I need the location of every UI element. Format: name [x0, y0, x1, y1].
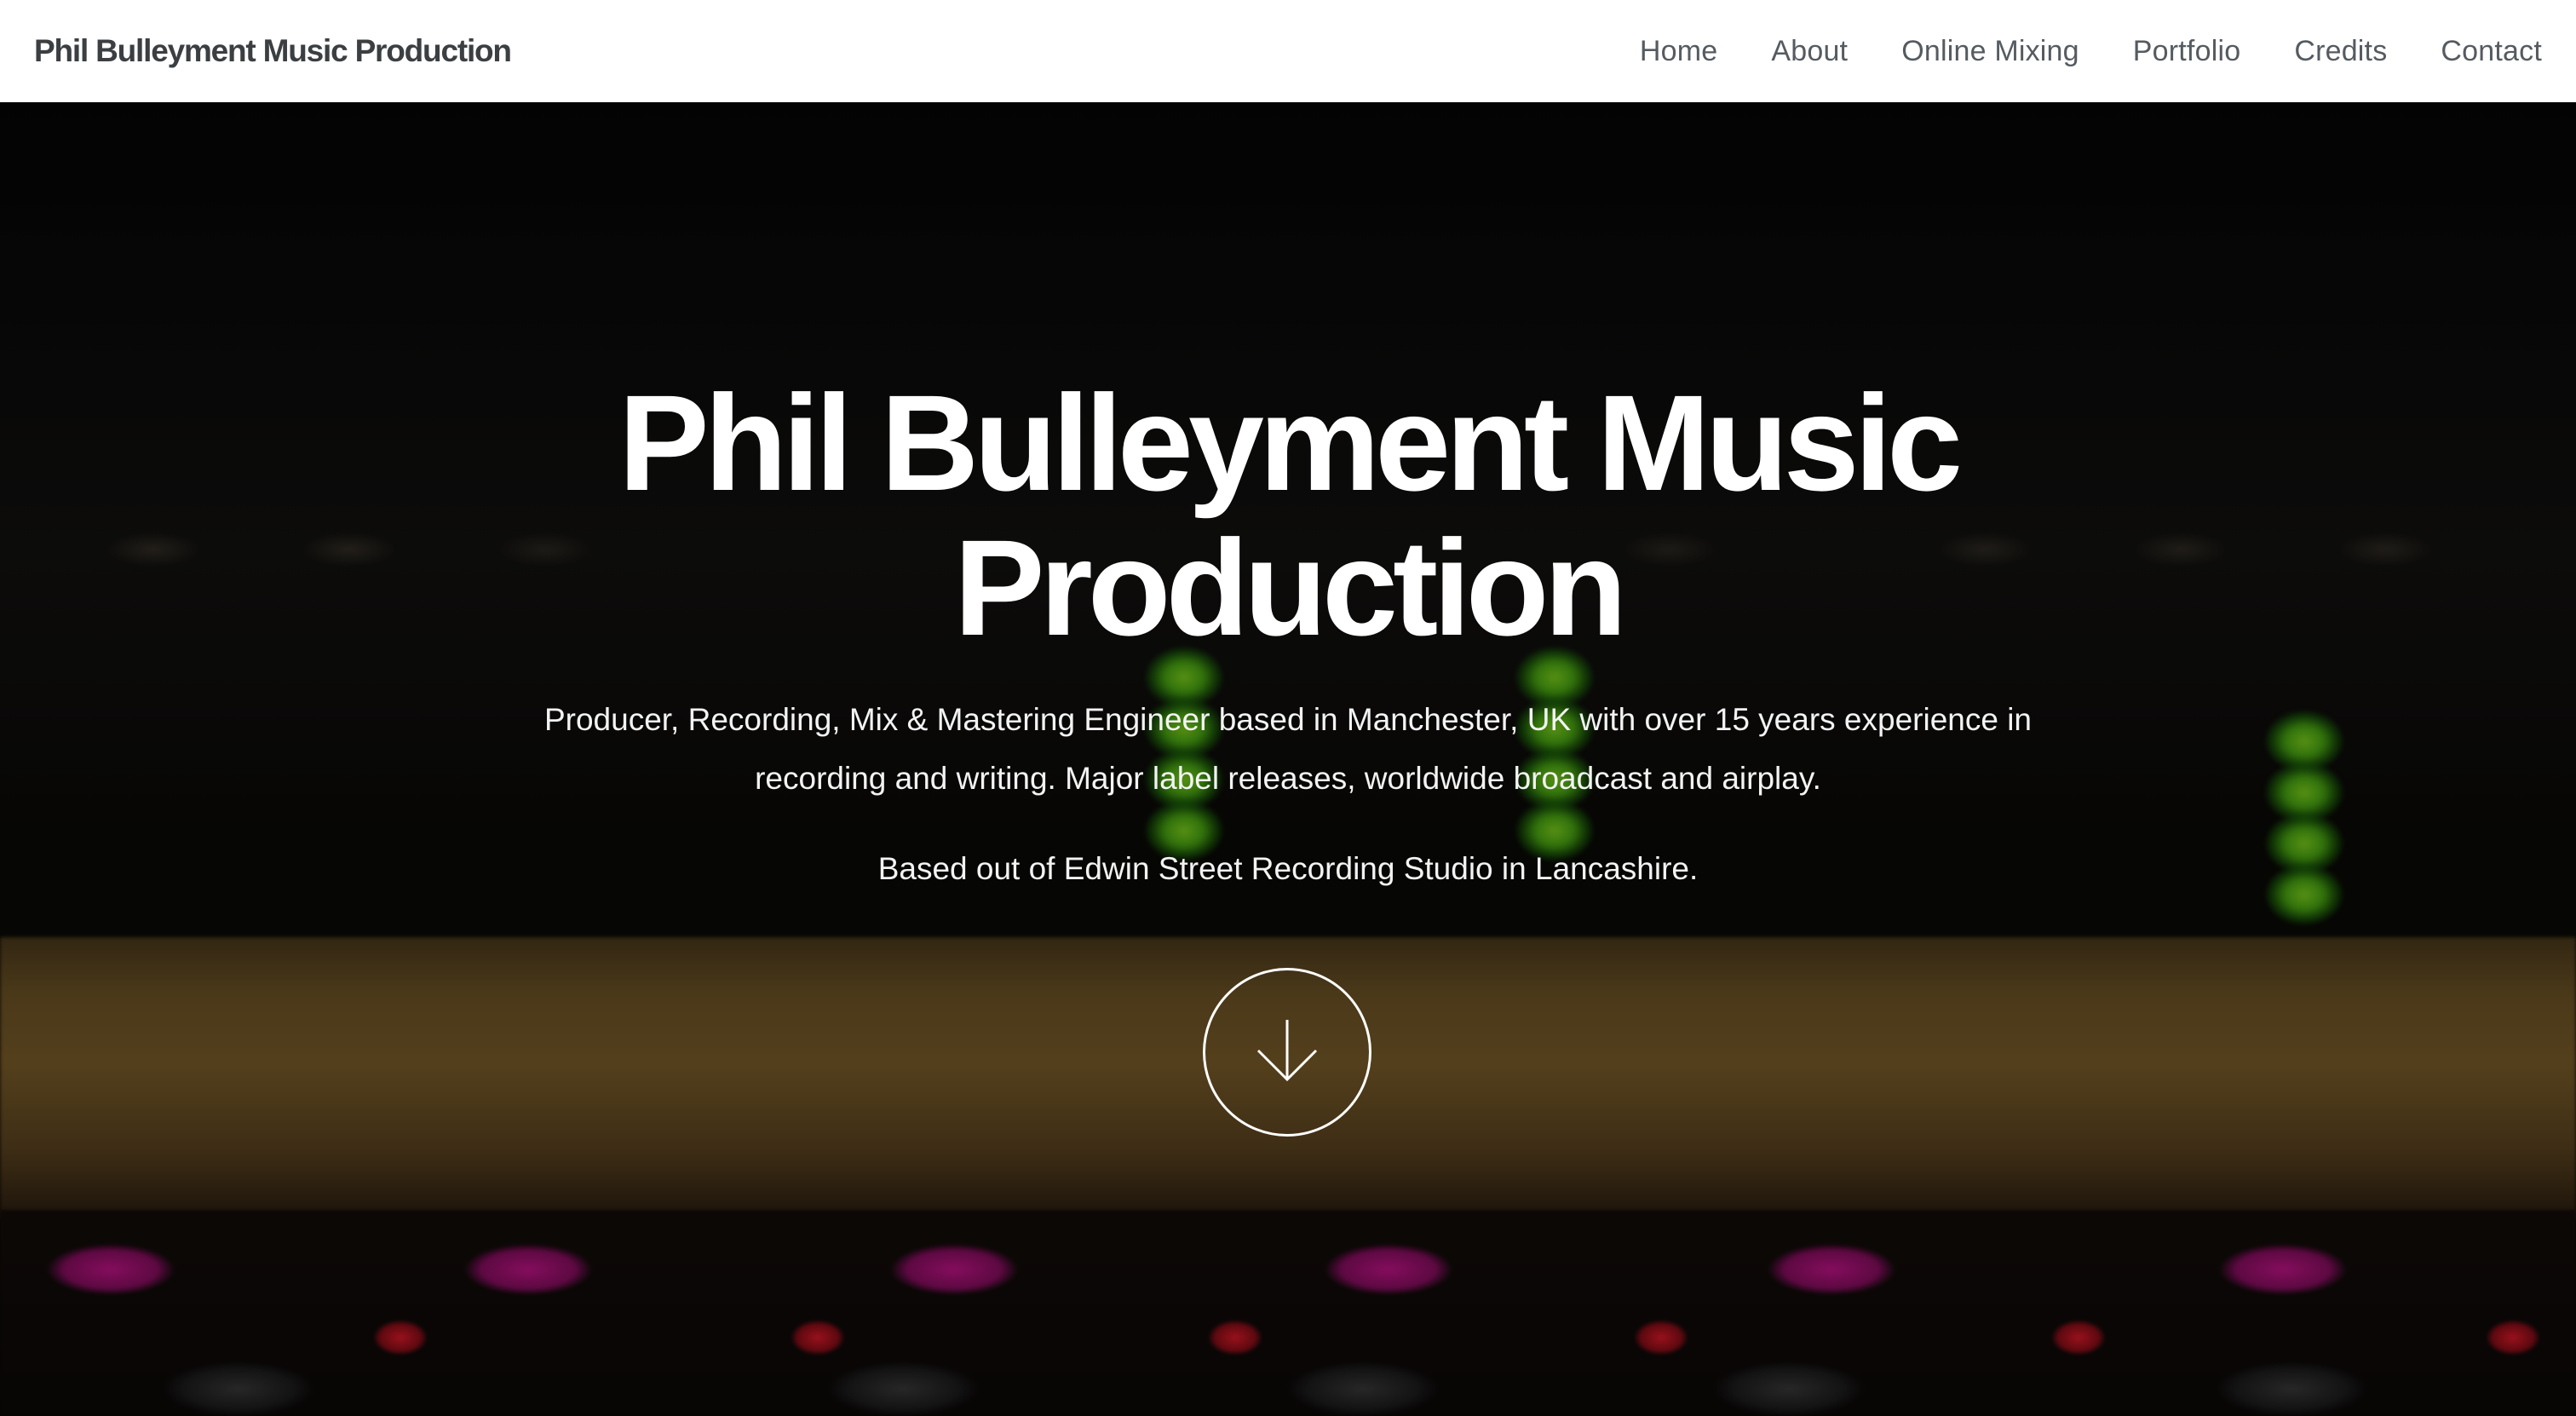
nav-link-contact[interactable]: Contact	[2441, 35, 2542, 67]
nav-link-portfolio[interactable]: Portfolio	[2133, 35, 2241, 67]
navbar: Phil Bulleyment Music Production Home Ab…	[0, 0, 2576, 102]
hero-subtitle-line-1: Producer, Recording, Mix & Mastering Eng…	[543, 702, 2033, 737]
hero-subtitle-line-2: recording and writing. Major label relea…	[755, 761, 1821, 796]
nav-link-online-mixing[interactable]: Online Mixing	[1901, 35, 2079, 67]
hero-section: Phil Bulleyment Music Production Produce…	[0, 102, 2576, 1416]
nav-link-home[interactable]: Home	[1640, 35, 1718, 67]
nav-menu: Home About Online Mixing Portfolio Credi…	[1586, 35, 2542, 68]
hero-location: Based out of Edwin Street Recording Stud…	[877, 851, 1699, 886]
hero-title-line-1: Phil Bulleyment Music	[618, 366, 1963, 519]
scroll-down-button[interactable]	[1203, 968, 1371, 1137]
hero-title-line-2: Production	[953, 511, 1627, 664]
arrow-down-icon	[1253, 1016, 1321, 1089]
nav-link-credits[interactable]: Credits	[2294, 35, 2387, 67]
nav-link-about[interactable]: About	[1771, 35, 1848, 67]
brand-link[interactable]: Phil Bulleyment Music Production	[34, 33, 512, 69]
hero-subtitle: Producer, Recording, Mix & Mastering Eng…	[521, 690, 2055, 808]
hero-title: Phil Bulleyment Music Production	[0, 371, 2576, 660]
